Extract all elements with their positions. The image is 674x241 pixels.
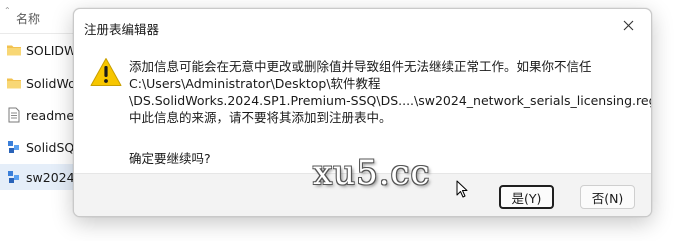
text-file-icon bbox=[8, 107, 20, 123]
registry-file-icon bbox=[8, 141, 19, 153]
dialog-titlebar[interactable]: 注册表编辑器 bbox=[74, 9, 651, 43]
message-line: \DS.SolidWorks.2024.SP1.Premium-SSQ\DS..… bbox=[129, 93, 652, 108]
watermark-text: xu5.cc bbox=[313, 153, 431, 193]
file-name: readme bbox=[26, 108, 75, 123]
no-button[interactable]: 否(N) bbox=[580, 185, 635, 209]
warning-message: 添加信息可能会在无意中更改或删除值并导致组件无法继续正常工作。如果你不信任 C:… bbox=[129, 58, 652, 126]
close-button[interactable] bbox=[605, 9, 651, 41]
message-line: C:\Users\Administrator\Desktop\软件教程 bbox=[129, 76, 381, 91]
sort-arrow-icon: ⌃ bbox=[4, 6, 11, 15]
close-icon bbox=[623, 20, 633, 30]
mouse-cursor-icon bbox=[456, 180, 468, 198]
dialog-title: 注册表编辑器 bbox=[84, 22, 160, 37]
file-row[interactable]: readme bbox=[0, 102, 80, 128]
folder-icon bbox=[7, 78, 21, 89]
name-column-label: 名称 bbox=[16, 12, 41, 26]
yes-button[interactable]: 是(Y) bbox=[499, 185, 554, 209]
file-row[interactable]: SOLIDWORKS bbox=[0, 37, 111, 63]
file-row[interactable]: SolidSQUAD bbox=[0, 134, 102, 160]
file-row-selected[interactable]: sw2024_network bbox=[0, 164, 132, 190]
registry-file-icon bbox=[8, 171, 19, 183]
message-line: 中此信息的来源，请不要将其添加到注册表中。 bbox=[129, 110, 392, 125]
confirm-question: 确定要继续吗? bbox=[129, 151, 211, 166]
name-column-header[interactable]: ⌃ 名称 bbox=[0, 0, 80, 34]
message-line: 添加信息可能会在无意中更改或删除值并导致组件无法继续正常工作。如果你不信任 bbox=[129, 59, 592, 74]
file-row[interactable]: SolidWorks bbox=[0, 70, 95, 96]
warning-icon bbox=[90, 58, 122, 86]
folder-icon bbox=[7, 45, 21, 56]
